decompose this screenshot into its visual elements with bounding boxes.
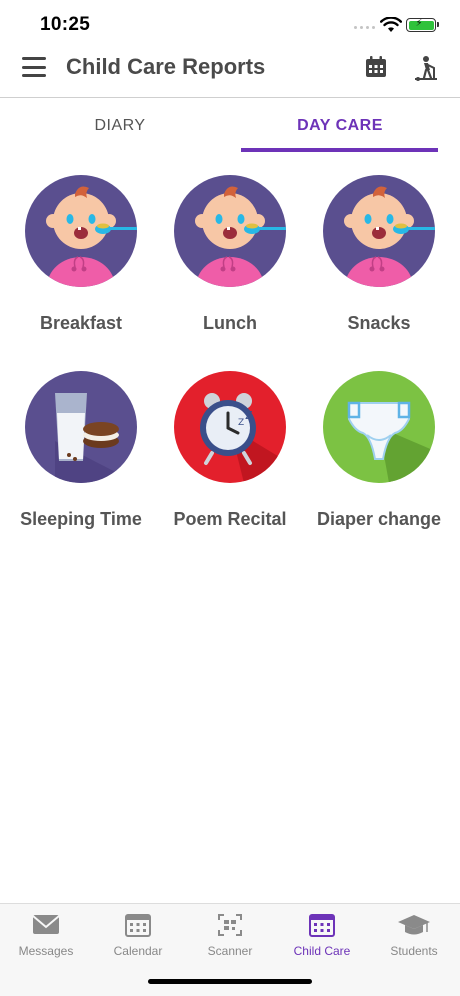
tab-bar: DIARY DAY CARE — [0, 98, 460, 154]
qr-scanner-icon — [218, 914, 242, 936]
activity-label: Snacks — [347, 313, 411, 333]
hamburger-menu-icon[interactable] — [22, 57, 46, 77]
calendar-icon — [309, 914, 335, 937]
milk-and-cookies-icon — [25, 371, 137, 483]
nav-item-messages[interactable]: Messages — [0, 912, 92, 958]
activity-tile-snacks[interactable]: Snacks — [304, 175, 454, 355]
nav-item-scanner[interactable]: Scanner — [184, 912, 276, 958]
person-walker-icon[interactable] — [412, 54, 440, 82]
status-bar: 10:25 — [0, 0, 460, 48]
alarm-clock-icon: Z Z — [174, 371, 286, 483]
tab-day-care[interactable]: DAY CARE — [230, 98, 450, 154]
app-header: Child Care Reports — [0, 48, 460, 98]
envelope-icon — [32, 915, 60, 934]
wifi-icon — [380, 17, 402, 32]
activity-tile-poem-recital[interactable]: Z Z Poem Recital — [155, 371, 305, 551]
tab-diary[interactable]: DIARY — [10, 98, 230, 154]
activity-tile-lunch[interactable]: Lunch — [155, 175, 305, 355]
activity-tile-breakfast[interactable]: Breakfast — [6, 175, 156, 355]
signal-icon — [354, 26, 375, 29]
baby-eating-icon — [323, 175, 435, 287]
nav-item-child-care[interactable]: Child Care — [276, 912, 368, 958]
activity-label: Breakfast — [39, 313, 123, 333]
nav-label: Child Care — [293, 944, 351, 958]
activity-label: Sleeping Time — [20, 509, 142, 529]
status-time: 10:25 — [40, 14, 91, 35]
home-indicator[interactable] — [148, 979, 312, 984]
baby-eating-icon — [174, 175, 286, 287]
nav-label: Messages — [18, 944, 74, 958]
nav-label: Calendar — [113, 944, 163, 958]
page-title: Child Care Reports — [66, 54, 266, 79]
active-tab-indicator — [241, 148, 438, 152]
nav-item-calendar[interactable]: Calendar — [92, 912, 184, 958]
nav-label: Scanner — [207, 944, 253, 958]
activity-tile-diaper-change[interactable]: Diaper change — [304, 371, 454, 551]
svg-text:Z: Z — [245, 409, 253, 422]
baby-eating-icon — [25, 175, 137, 287]
diaper-icon — [323, 371, 435, 483]
graduation-cap-icon — [398, 915, 430, 935]
nav-item-students[interactable]: Students — [368, 912, 460, 958]
activity-label: Lunch — [203, 313, 257, 333]
activity-label: Diaper change — [316, 509, 442, 529]
activity-label: Poem Recital — [173, 509, 287, 529]
calendar-icon — [125, 914, 151, 937]
activity-tile-sleeping-time[interactable]: Sleeping Time — [6, 371, 156, 551]
nav-label: Students — [390, 944, 438, 958]
calendar-icon[interactable] — [364, 55, 388, 79]
battery-icon — [406, 18, 439, 32]
svg-text:Z: Z — [238, 418, 244, 428]
